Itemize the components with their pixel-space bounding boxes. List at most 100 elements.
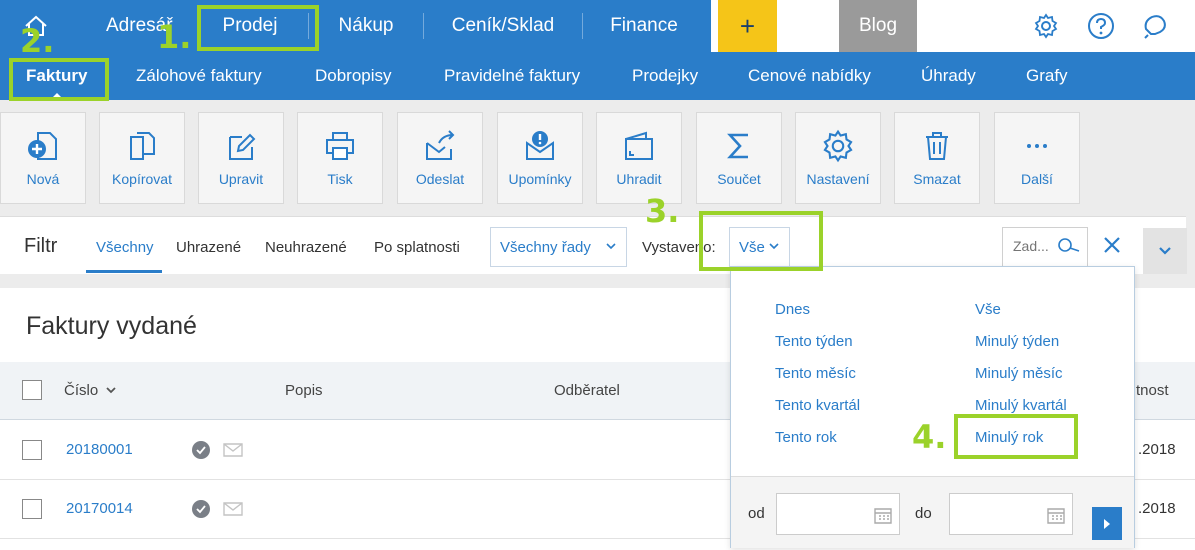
date-option-last-week[interactable]: Minulý týden bbox=[975, 333, 1059, 350]
copy-icon bbox=[125, 129, 159, 163]
subnav-item-zalohove-faktury[interactable]: Zálohové faktury bbox=[136, 52, 262, 100]
date-option-this-quarter[interactable]: Tento kvartál bbox=[775, 397, 860, 414]
due-date: .2018 bbox=[1138, 500, 1176, 517]
date-option-today[interactable]: Dnes bbox=[775, 301, 810, 318]
filter-tab-unpaid[interactable]: Neuhrazené bbox=[265, 239, 347, 256]
tool-label: Kopírovat bbox=[112, 171, 172, 187]
subnav-item-cenove-nabidky[interactable]: Cenové nabídky bbox=[748, 52, 871, 100]
edit-icon bbox=[224, 129, 258, 163]
edit-button[interactable]: Upravit bbox=[198, 112, 284, 204]
tool-label: Součet bbox=[717, 171, 761, 187]
more-icon bbox=[1020, 129, 1054, 163]
subnav-item-grafy[interactable]: Grafy bbox=[1026, 52, 1068, 100]
column-header-customer[interactable]: Odběratel bbox=[554, 382, 620, 399]
email-icon bbox=[223, 443, 243, 457]
trash-icon bbox=[920, 129, 954, 163]
sub-navigation: Faktury Zálohové faktury Dobropisy Pravi… bbox=[0, 52, 1195, 100]
column-header-due[interactable]: tnost bbox=[1136, 382, 1169, 399]
settings-button[interactable] bbox=[1031, 11, 1061, 41]
to-date-input[interactable] bbox=[949, 493, 1073, 535]
tool-label: Odeslat bbox=[415, 171, 465, 187]
filter-expand-button[interactable] bbox=[1143, 228, 1187, 274]
highlight-last-year bbox=[954, 414, 1078, 459]
from-date-input[interactable] bbox=[776, 493, 900, 535]
highlight-faktury bbox=[9, 58, 109, 101]
main-navigation: Adresář Prodej Nákup Ceník/Sklad Finance bbox=[0, 0, 711, 52]
series-select-value: Všechny řady bbox=[500, 238, 591, 256]
paid-check-icon bbox=[192, 441, 210, 459]
sum-button[interactable]: Součet bbox=[696, 112, 782, 204]
column-header-description[interactable]: Popis bbox=[285, 382, 323, 399]
step-1-label: 1. bbox=[157, 18, 192, 56]
from-label: od bbox=[748, 505, 765, 522]
wallet-icon bbox=[622, 129, 656, 163]
paid-check-icon bbox=[192, 500, 210, 518]
print-icon bbox=[323, 129, 357, 163]
subnav-item-prodejky[interactable]: Prodejky bbox=[632, 52, 698, 100]
search-icon[interactable] bbox=[1057, 237, 1081, 255]
apply-range-button[interactable] bbox=[1092, 507, 1122, 540]
topnav-item-nakup[interactable]: Nákup bbox=[309, 0, 423, 52]
column-header-label: Číslo bbox=[64, 382, 99, 399]
gear-icon bbox=[821, 129, 855, 163]
date-option-this-month[interactable]: Tento měsíc bbox=[775, 365, 856, 382]
filter-tab-overdue[interactable]: Po splatnosti bbox=[374, 239, 460, 256]
step-4-label: 4. bbox=[912, 418, 947, 456]
delete-button[interactable]: Smazat bbox=[894, 112, 980, 204]
row-checkbox[interactable] bbox=[22, 499, 42, 519]
date-option-this-year[interactable]: Tento rok bbox=[775, 429, 837, 446]
help-icon bbox=[1088, 13, 1114, 39]
issued-date-dropdown: Dnes Tento týden Tento měsíc Tento kvart… bbox=[730, 266, 1135, 548]
step-3-label: 3. bbox=[645, 192, 680, 230]
lightbulb-icon bbox=[1144, 15, 1166, 39]
send-button[interactable]: Odeslat bbox=[397, 112, 483, 204]
chevron-down-icon bbox=[606, 243, 616, 250]
topnav-item-cenik-sklad[interactable]: Ceník/Sklad bbox=[424, 0, 582, 52]
subnav-item-dobropisy[interactable]: Dobropisy bbox=[315, 52, 392, 100]
settings-tool-button[interactable]: Nastavení bbox=[795, 112, 881, 204]
subnav-item-pravidelne-faktury[interactable]: Pravidelné faktury bbox=[444, 52, 580, 100]
filter-tab-paid[interactable]: Uhrazené bbox=[176, 239, 241, 256]
tool-label: Uhradit bbox=[616, 171, 662, 187]
topnav-item-finance[interactable]: Finance bbox=[583, 0, 705, 52]
add-new-button[interactable]: + bbox=[718, 0, 777, 52]
date-option-all[interactable]: Vše bbox=[975, 301, 1001, 318]
action-toolbar: Nová Kopírovat Upravit Tisk Odeslat Upom… bbox=[0, 100, 1195, 208]
close-icon[interactable] bbox=[1102, 235, 1122, 255]
email-icon bbox=[223, 502, 243, 516]
invoice-number-link[interactable]: 20180001 bbox=[66, 441, 133, 458]
tips-button[interactable] bbox=[1141, 11, 1171, 41]
reminders-button[interactable]: Upomínky bbox=[497, 112, 583, 204]
tool-label: Smazat bbox=[913, 171, 961, 187]
send-icon bbox=[423, 129, 457, 163]
filter-title: Filtr bbox=[24, 235, 58, 257]
more-button[interactable]: Další bbox=[994, 112, 1080, 204]
series-select[interactable]: Všechny řady bbox=[490, 227, 627, 267]
column-header-number[interactable]: Číslo bbox=[64, 382, 117, 399]
sum-icon bbox=[722, 129, 756, 163]
row-checkbox[interactable] bbox=[22, 440, 42, 460]
calendar-icon[interactable] bbox=[1046, 505, 1066, 525]
calendar-icon[interactable] bbox=[873, 505, 893, 525]
filter-tab-all[interactable]: Všechny bbox=[96, 239, 154, 256]
tool-label: Tisk bbox=[327, 171, 353, 187]
select-all-checkbox[interactable] bbox=[22, 380, 42, 400]
new-document-icon bbox=[26, 129, 60, 163]
date-option-last-month[interactable]: Minulý měsíc bbox=[975, 365, 1063, 382]
copy-button[interactable]: Kopírovat bbox=[99, 112, 185, 204]
new-button[interactable]: Nová bbox=[0, 112, 86, 204]
blog-button[interactable]: Blog bbox=[839, 0, 917, 52]
pay-button[interactable]: Uhradit bbox=[596, 112, 682, 204]
highlight-prodej bbox=[197, 5, 319, 51]
subnav-item-uhrady[interactable]: Úhrady bbox=[921, 52, 976, 100]
print-button[interactable]: Tisk bbox=[297, 112, 383, 204]
invoice-number-link[interactable]: 20170014 bbox=[66, 500, 133, 517]
date-option-this-week[interactable]: Tento týden bbox=[775, 333, 853, 350]
reminder-icon bbox=[523, 129, 557, 163]
help-button[interactable] bbox=[1086, 11, 1116, 41]
search-box bbox=[1002, 227, 1088, 267]
tool-label: Nová bbox=[26, 171, 60, 187]
date-option-last-quarter[interactable]: Minulý kvartál bbox=[975, 397, 1067, 414]
tool-label: Nastavení bbox=[806, 171, 870, 187]
sort-chevron-icon bbox=[106, 387, 116, 394]
